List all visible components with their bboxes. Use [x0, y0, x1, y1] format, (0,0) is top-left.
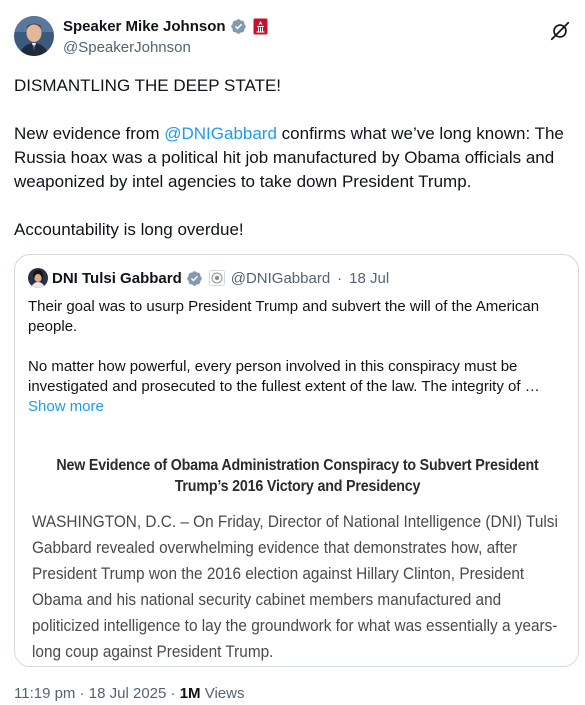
- separator-dot: ·: [337, 269, 343, 287]
- press-release-image[interactable]: New Evidence of Obama Administration Con…: [16, 443, 578, 666]
- verified-badge-icon: [186, 270, 203, 287]
- quoted-tweet-header: DNI Tulsi Gabbard @DNIGabbard · 18 Jul: [28, 267, 389, 289]
- avatar: [28, 268, 48, 288]
- tweet-paragraph: New evidence from @DNIGabbard confirms w…: [14, 122, 574, 194]
- quoted-tweet-text: Their goal was to usurp President Trump …: [28, 297, 568, 417]
- tweet-paragraph: Accountability is long overdue!: [14, 220, 244, 239]
- show-more-link[interactable]: Show more: [28, 397, 568, 417]
- tweet-headline: DISMANTLING THE DEEP STATE!: [14, 76, 282, 95]
- tweet-text-segment: New evidence from: [14, 124, 165, 143]
- quoted-paragraph: Their goal was to usurp President Trump …: [28, 298, 540, 335]
- quoted-tweet-date[interactable]: 18 Jul: [349, 270, 389, 287]
- quoted-author-handle[interactable]: @DNIGabbard: [231, 270, 330, 287]
- grok-icon[interactable]: [549, 20, 571, 42]
- tweet-text: DISMANTLING THE DEEP STATE! New evidence…: [14, 74, 574, 242]
- quoted-tweet[interactable]: DNI Tulsi Gabbard @DNIGabbard · 18 Jul T…: [14, 254, 579, 667]
- tweet-date[interactable]: 18 Jul 2025: [89, 685, 167, 702]
- government-seal-icon[interactable]: [208, 270, 225, 286]
- mention-link[interactable]: @DNIGabbard: [164, 124, 277, 143]
- tweet-header: Speaker Mike Johnson @SpeakerJohnson: [14, 14, 571, 60]
- tweet-time[interactable]: 11:19 pm: [14, 685, 75, 702]
- press-release-title: New Evidence of Obama Administration Con…: [56, 457, 539, 495]
- author-name-row: Speaker Mike Johnson: [63, 18, 268, 35]
- avatar[interactable]: [14, 16, 54, 56]
- views-label: Views: [204, 685, 245, 702]
- views-count: 1M: [179, 685, 201, 702]
- quoted-paragraph: No matter how powerful, every person inv…: [28, 358, 540, 395]
- tweet-metadata: 11:19 pm · 18 Jul 2025 · 1M Views: [14, 685, 244, 702]
- press-release-body: WASHINGTON, D.C. – On Friday, Director o…: [32, 513, 558, 661]
- separator-dot: ·: [170, 685, 176, 702]
- affiliate-badge-icon[interactable]: [253, 18, 268, 35]
- author-name[interactable]: Speaker Mike Johnson: [63, 18, 226, 35]
- quoted-author-name[interactable]: DNI Tulsi Gabbard: [52, 270, 182, 287]
- verified-badge-icon: [230, 18, 247, 35]
- separator-dot: ·: [79, 685, 85, 702]
- author-handle[interactable]: @SpeakerJohnson: [63, 39, 191, 56]
